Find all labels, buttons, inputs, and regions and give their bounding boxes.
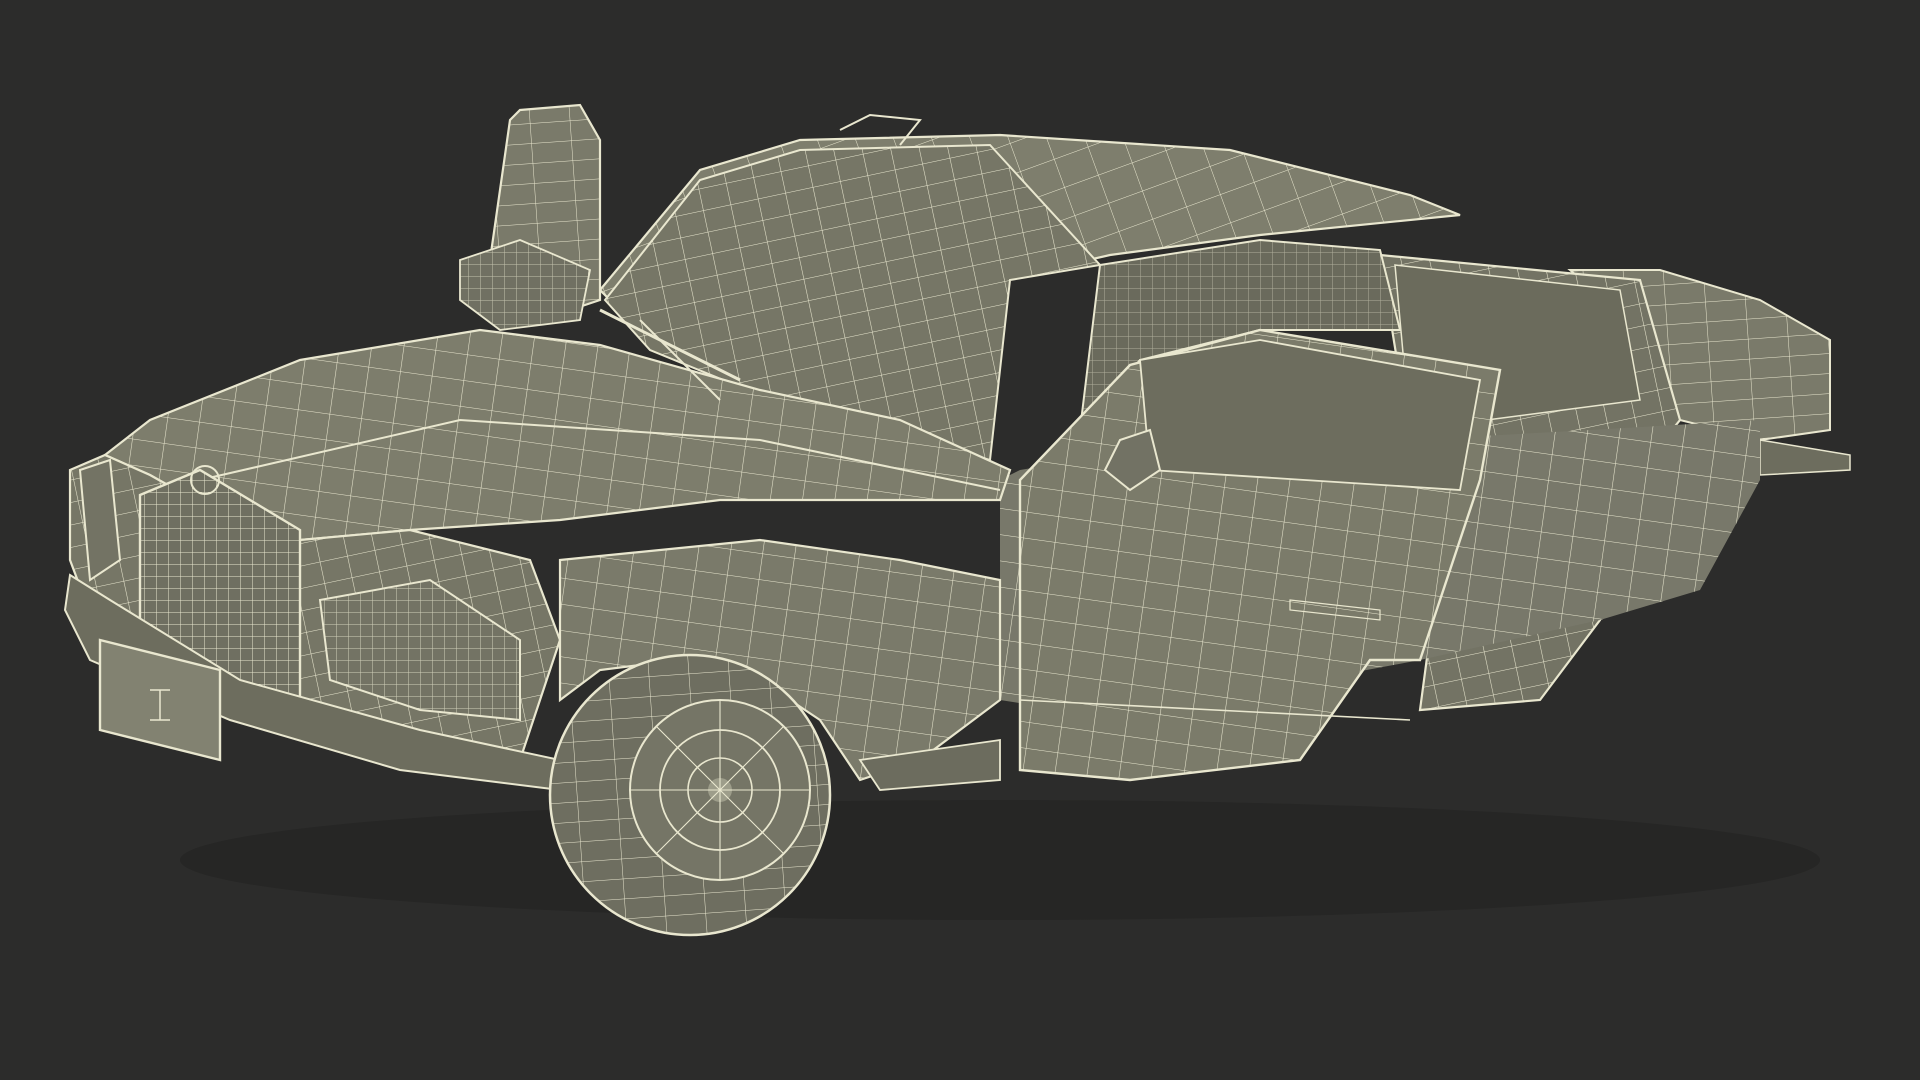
raised-side-panel (459, 103, 602, 331)
wireframe-car-render (63, 103, 1851, 937)
front-door-open (1018, 328, 1502, 782)
render-viewport (0, 0, 1920, 1080)
ground-shadow (180, 800, 1820, 920)
